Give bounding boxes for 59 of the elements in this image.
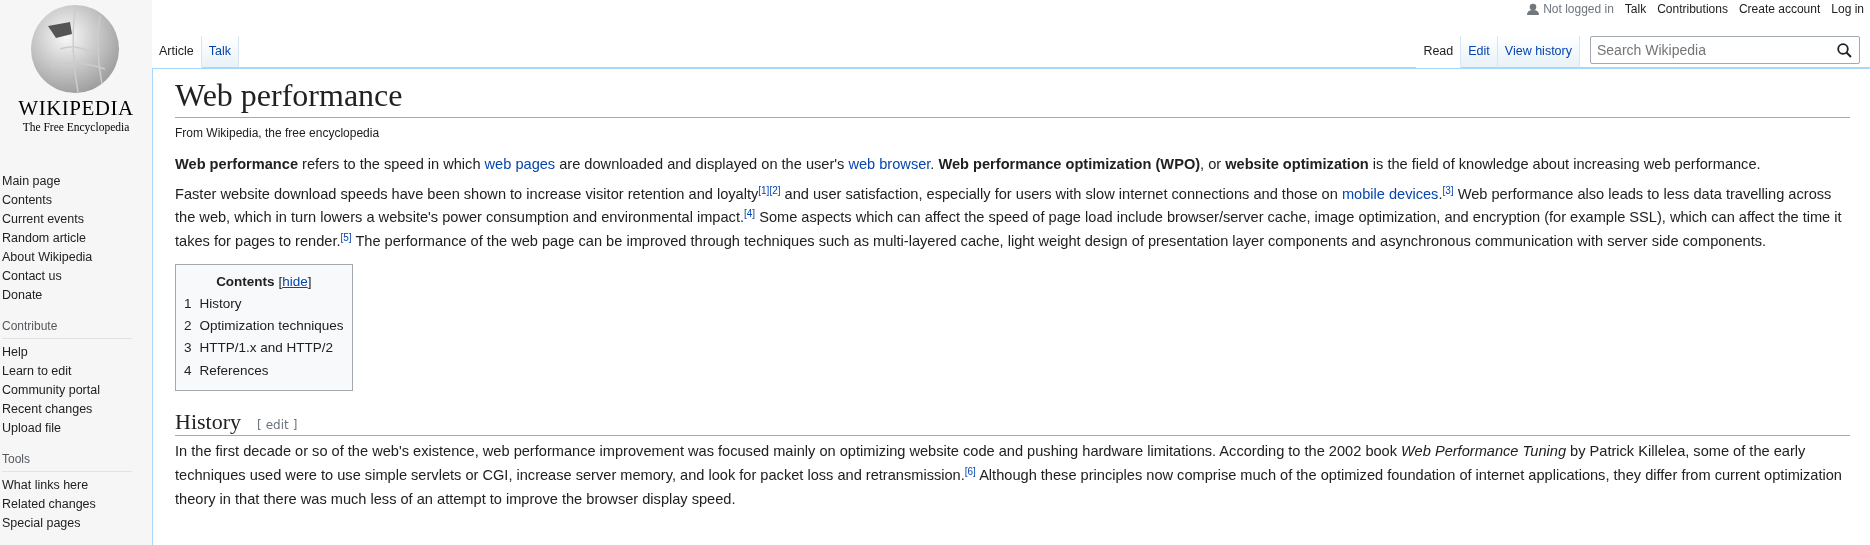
section-number: 4 (184, 361, 192, 380)
reference-link[interactable]: [3] (1442, 184, 1454, 196)
user-link[interactable]: Create account (1738, 0, 1821, 18)
sidebar-link[interactable]: Related changes (0, 495, 152, 514)
page-title: Web performance (175, 75, 1850, 118)
user-link[interactable]: Log in (1831, 0, 1864, 18)
section-heading: History (175, 408, 241, 436)
page-tab[interactable]: Talk (201, 36, 239, 68)
sidebar-link[interactable]: Help (0, 343, 152, 362)
bracket: [ (257, 417, 262, 433)
user-icon (1527, 3, 1540, 15)
page-subtitle: From Wikipedia, the free encyclopedia (175, 124, 381, 142)
sidebar-link[interactable]: Special pages (0, 514, 152, 533)
link[interactable]: web pages (484, 156, 556, 173)
paragraph: Faster website download speeds have been shown to increase visitor retention and loyalty$^{[1]}$$^{[2]}$ and user satisfaction, especially for users with slow internet connections and those on mobile devices.$^{[3]}$ Web performance also leads to less data travelling across the web, which in turn lowers a website's power consumption and environmental impact.$^{[4]}$ Some aspects which can affect the speed of page load include browser/server cache, image optimization, and encryption (for example SSL), which can affect the time it takes for pages to render.$^{[5]}$ The performance of the web page can be improved through techniques such as multi-layered cache, light weight design of presentation layer components and asynchronous communication with server side components. (175, 183, 1843, 251)
view-tab[interactable]: View history (1497, 36, 1580, 68)
search-field[interactable]: Search Wikipedia (1590, 36, 1860, 64)
sidebar-link[interactable]: Upload file (0, 419, 152, 438)
sidebar-link[interactable]: Main page (0, 172, 152, 191)
view-tab[interactable]: Edit (1461, 36, 1498, 68)
sidebar-link[interactable]: Community portal (0, 381, 152, 400)
section-number: 3 (184, 339, 192, 358)
sidebar-heading: Contribute (2, 317, 132, 339)
sidebar-link[interactable]: Learn to edit (0, 362, 152, 381)
toc-entry-link[interactable]: Optimization techniques (199, 315, 344, 338)
user-link[interactable]: Talk (1624, 0, 1647, 18)
sidebar-link[interactable]: Contents (0, 191, 152, 210)
logo-wordmark[interactable]: WIKIPEDIA (18, 98, 134, 119)
link[interactable]: mobile devices (1341, 185, 1439, 202)
toc-entry-link[interactable]: References (199, 359, 269, 382)
link[interactable]: web browser (848, 156, 931, 173)
login-status: Not logged in (1543, 1, 1614, 18)
reference-link[interactable]: [6] (964, 465, 976, 477)
paragraph: Web performance refers to the speed in which web pages are downloaded and displayed on the user's web browser. Web performance optimization (WPO), or website optimization is the field of knowledge about increasing web performance. (175, 155, 1762, 175)
edit-link[interactable]: edit (265, 417, 289, 433)
section-number: 2 (184, 317, 192, 336)
bracket: ] (292, 417, 298, 433)
sidebar-link[interactable]: Contact us (0, 267, 152, 286)
contents-title: Contents (216, 273, 275, 289)
sidebar-link[interactable]: Donate (0, 286, 152, 305)
sidebar-link[interactable]: Random article (0, 229, 152, 248)
reference-link[interactable]: [5] (340, 231, 352, 243)
toc-entry-link[interactable]: HTTP/1.x and HTTP/2 (199, 337, 334, 360)
hide-link[interactable]: hide (282, 273, 308, 289)
sidebar-link[interactable]: About Wikipedia (0, 248, 152, 267)
toc-entry-link[interactable]: History (199, 292, 242, 316)
bracket: [ (278, 273, 283, 289)
user-link[interactable]: Contributions (1657, 0, 1728, 18)
search-icon[interactable] (1837, 43, 1852, 58)
section-number: 1 (184, 294, 192, 313)
reference-link[interactable]: [2] (769, 184, 781, 196)
bracket: ] (307, 273, 312, 289)
sidebar-heading: Tools (2, 450, 132, 472)
reference-link[interactable]: [4] (744, 208, 756, 220)
sidebar-link[interactable]: Current events (0, 210, 152, 229)
logo-tagline: The Free Encyclopedia (22, 120, 130, 136)
sidebar-link[interactable]: Recent changes (0, 400, 152, 419)
paragraph: In the first decade or so of the web's existence, web performance improvement was focused mainly on optimizing website code and pushing hardware limitations. According to the 2002 book Web Performance Tuning by Patrick Killelea, some of the early techniques used were to use simple servlets or CGI, increase server memory, and look for packet loss and retransmission.$^{[6]}$ Although these principles now comprise much of the optimized foundation of internet applications, they differ from current optimization theory in that there was much less of an attempt to improve the browser display speed. (175, 442, 1843, 509)
sidebar-link[interactable]: What links here (0, 476, 152, 495)
